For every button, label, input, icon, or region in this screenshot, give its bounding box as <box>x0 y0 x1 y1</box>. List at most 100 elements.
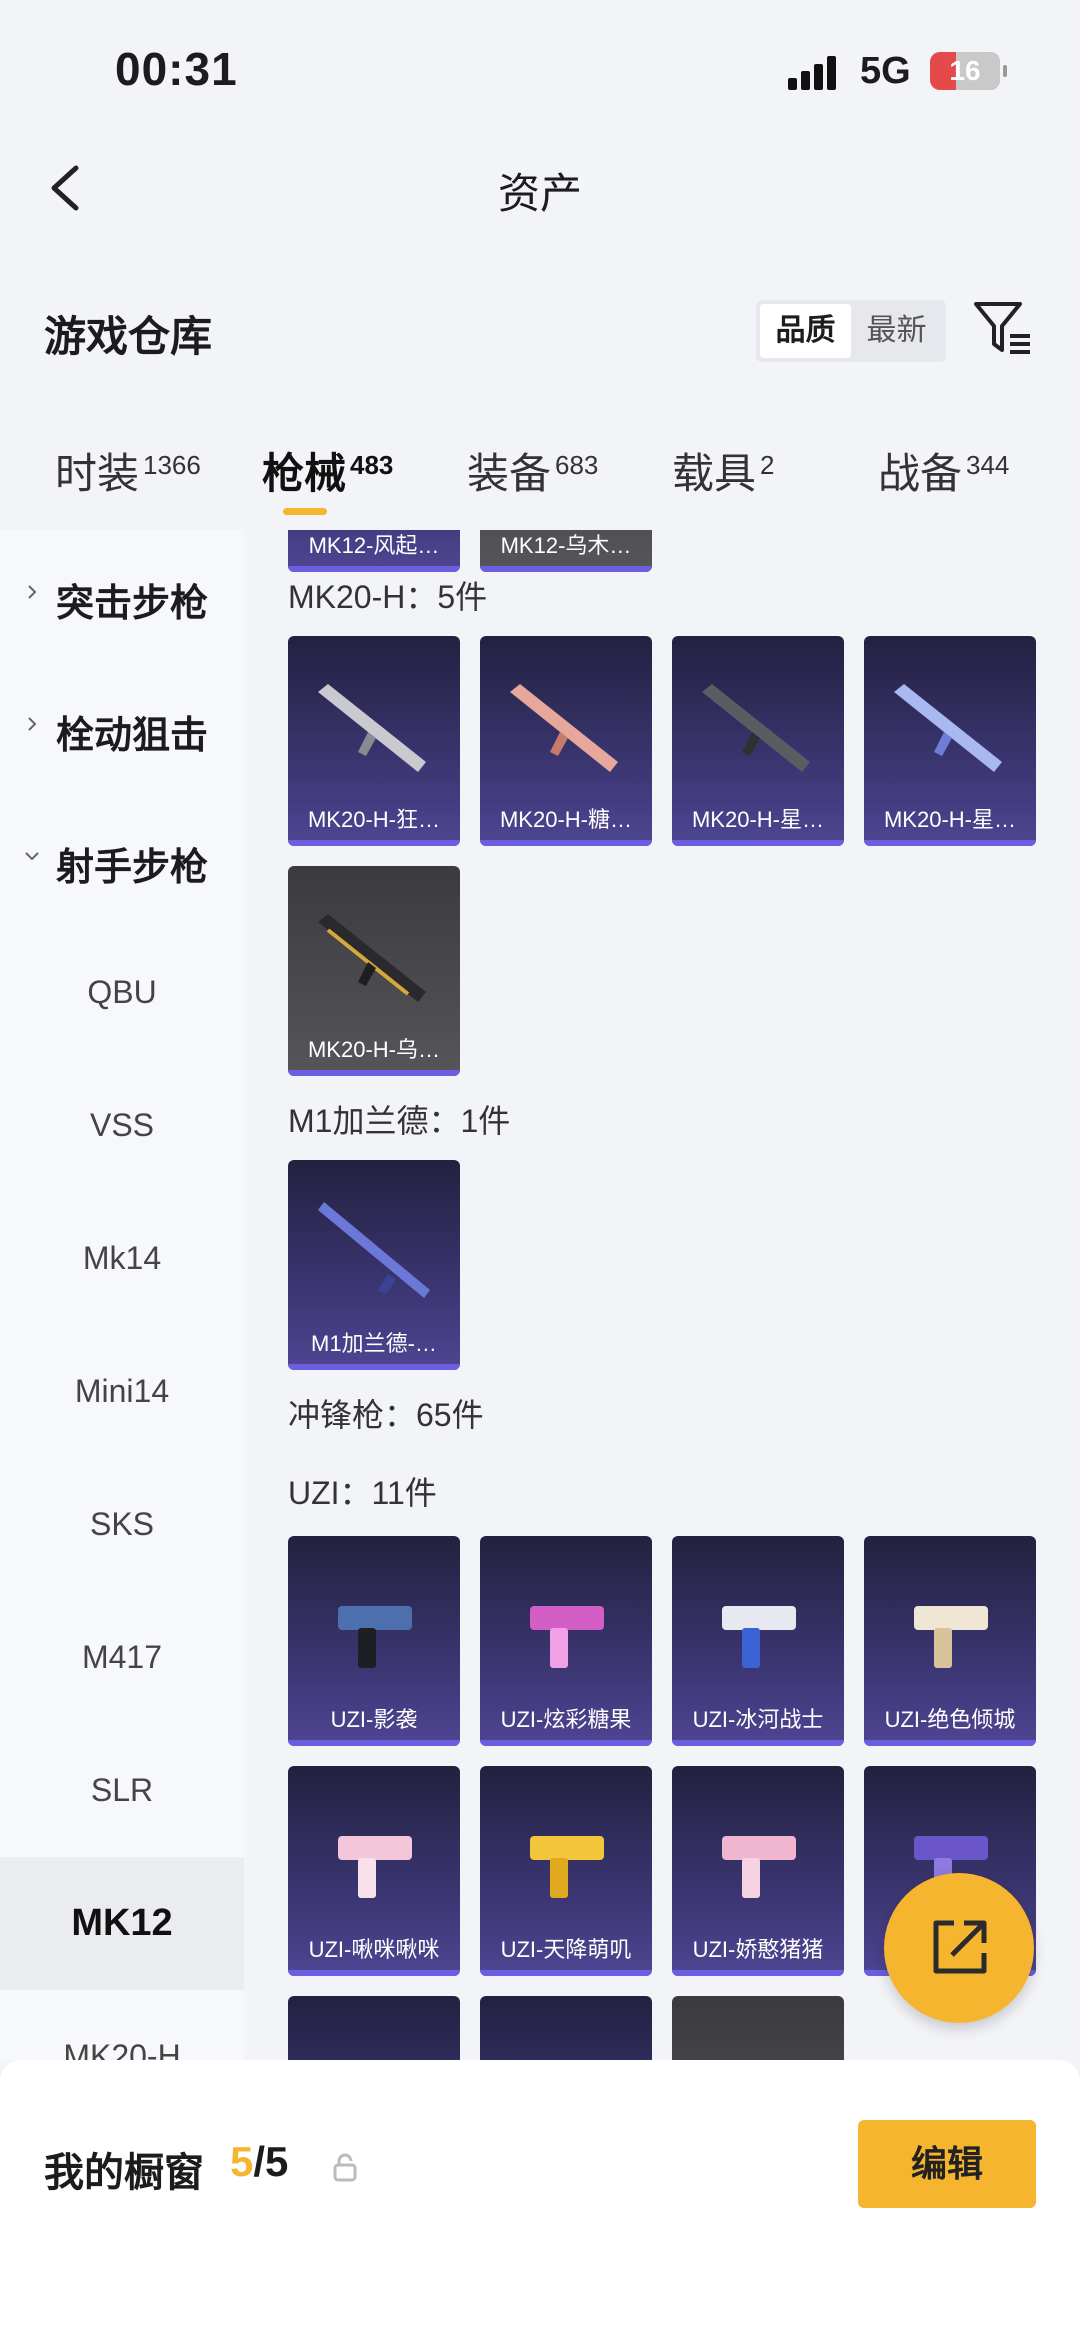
tab-count: 483 <box>350 450 394 480</box>
showcase-label: 我的橱窗 <box>44 2151 204 2195</box>
rifle-icon <box>702 684 810 772</box>
skin-name: M1加兰德-… <box>311 1331 437 1356</box>
sidebar-item-label: 栓动狙击 <box>56 715 209 757</box>
skin-card[interactable]: MK12-乌木… <box>480 530 652 572</box>
skin-name: UZI-绝色倾城 <box>884 1707 1016 1732</box>
warehouse-title: 游戏仓库 <box>44 313 213 360</box>
tab-count: 344 <box>966 450 1010 480</box>
tab-label: 时装 <box>55 450 140 497</box>
chevron-right-icon <box>28 717 37 731</box>
skin-name: UZI-啾咪啾咪 <box>308 1937 440 1962</box>
showcase-count: 5/5 <box>230 2138 288 2186</box>
skin-card[interactable]: MK20-H-乌… <box>288 866 460 1076</box>
tab-count: 1366 <box>143 450 201 480</box>
status-time: 00:31 <box>115 43 238 95</box>
smg-icon <box>338 1836 412 1898</box>
sidebar-sub-mk12[interactable]: MK12 <box>0 1857 244 1990</box>
skin-card[interactable]: UZI-娇憨猪猪 <box>672 1766 844 1976</box>
chevron-right-icon <box>28 585 37 599</box>
skin-card[interactable]: MK20-H-狂… <box>288 636 460 846</box>
skin-card[interactable]: UZI-影袭 <box>288 1536 460 1746</box>
signal-icon <box>788 56 840 90</box>
skin-card[interactable]: MK20-H-星… <box>864 636 1036 846</box>
showcase-bar: 我的橱窗 5/5 编辑 <box>0 2060 1080 2337</box>
filter-icon[interactable] <box>970 296 1034 360</box>
sidebar-sub-slr[interactable]: SLR <box>0 1724 244 1857</box>
page-title: 资产 <box>497 170 582 217</box>
active-tab-indicator <box>283 508 327 515</box>
chevron-down-icon <box>25 852 39 861</box>
tab-guns[interactable]: 枪械 483 <box>262 440 393 501</box>
tab-label: 战备 <box>878 450 963 497</box>
group-label-uzi: UZI：11件 <box>288 1475 437 1511</box>
group-label-m1: M1加兰德：1件 <box>288 1103 511 1139</box>
sort-newest-button[interactable]: 最新 <box>851 304 942 358</box>
weapon-grid: MK12-风起… MK12-乌木… MK20-H：5件 MK20-H-狂… MK… <box>244 530 1080 2060</box>
tab-supplies[interactable]: 战备 344 <box>878 440 1009 501</box>
rifle-icon <box>894 684 1002 772</box>
sidebar-item-bolt-sniper[interactable]: 栓动狙击 <box>0 662 244 794</box>
skin-card[interactable]: MK12-风起… <box>288 530 460 572</box>
nav-bar: 资产 <box>0 130 1080 250</box>
rifle-icon <box>318 684 426 772</box>
tab-fashion[interactable]: 时装 1366 <box>55 440 201 501</box>
network-type: 5G <box>860 50 911 92</box>
rifle-icon <box>318 914 426 1002</box>
category-tabs: 时装 1366 枪械 483 装备 683 载具 2 战备 344 <box>0 420 1080 530</box>
skin-card[interactable]: UZI-炫彩糖果 <box>480 1536 652 1746</box>
sidebar-sub-qbu[interactable]: QBU <box>0 926 244 1059</box>
showcase-current: 5 <box>230 2138 254 2185</box>
sidebar-item-dmr[interactable]: 射手步枪 <box>0 794 244 926</box>
tab-count: 2 <box>760 450 775 480</box>
tab-equipment[interactable]: 装备 683 <box>467 440 598 501</box>
share-fab-button[interactable] <box>884 1873 1034 2023</box>
smg-icon <box>530 1606 604 1668</box>
group-label-smg: 冲锋枪：65件 <box>288 1397 484 1433</box>
skin-card[interactable] <box>480 1996 652 2060</box>
smg-icon <box>722 1606 796 1668</box>
skin-card[interactable] <box>672 1996 844 2060</box>
skin-name: MK12-风起… <box>308 533 440 558</box>
skin-card[interactable] <box>288 1996 460 2060</box>
tab-vehicles[interactable]: 载具 2 <box>672 440 774 501</box>
share-icon <box>933 1920 987 1974</box>
edit-button[interactable]: 编辑 <box>858 2120 1036 2208</box>
skin-name: MK20-H-狂… <box>307 807 440 832</box>
rifle-icon <box>318 1202 430 1298</box>
rifle-icon <box>510 684 618 772</box>
sidebar-sub-m417[interactable]: M417 <box>0 1591 244 1724</box>
skin-name: UZI-娇憨猪猪 <box>692 1937 824 1962</box>
sidebar-sub-mk20h[interactable]: MK20-H <box>0 1990 244 2060</box>
skin-name: UZI-炫彩糖果 <box>500 1707 632 1732</box>
showcase-total: /5 <box>253 2138 289 2185</box>
weapon-sidebar: 突击步枪 栓动狙击 射手步枪 QBU VSS Mk14 Mini14 SKS M… <box>0 530 244 2060</box>
battery-icon: 16 <box>930 52 1007 90</box>
skin-name: MK20-H-星… <box>691 807 824 832</box>
lock-icon <box>333 2153 357 2182</box>
sidebar-sub-mk14[interactable]: Mk14 <box>0 1192 244 1325</box>
skin-card[interactable]: MK20-H-糖… <box>480 636 652 846</box>
sidebar-sub-mini14[interactable]: Mini14 <box>0 1325 244 1458</box>
sort-toggle: 品质 最新 <box>756 300 946 362</box>
skin-card[interactable]: UZI-冰河战士 <box>672 1536 844 1746</box>
skin-card[interactable]: UZI-啾咪啾咪 <box>288 1766 460 1976</box>
status-bar: 00:31 5G 16 <box>0 0 1080 130</box>
battery-level: 16 <box>949 55 981 86</box>
skin-name: MK20-H-糖… <box>499 807 632 832</box>
skin-card[interactable]: UZI-绝色倾城 <box>864 1536 1036 1746</box>
tab-count: 683 <box>555 450 599 480</box>
skin-card[interactable]: UZI-天降萌叽 <box>480 1766 652 1976</box>
sidebar-sub-sks[interactable]: SKS <box>0 1458 244 1591</box>
tab-label: 装备 <box>467 450 552 497</box>
skin-name: UZI-天降萌叽 <box>500 1937 632 1962</box>
group-label-mk20h: MK20-H：5件 <box>288 579 488 615</box>
skin-name: UZI-影袭 <box>330 1707 418 1732</box>
sidebar-sub-vss[interactable]: VSS <box>0 1059 244 1192</box>
sidebar-item-assault-rifle[interactable]: 突击步枪 <box>0 530 244 662</box>
skin-name: MK20-H-乌… <box>307 1037 440 1062</box>
sort-quality-button[interactable]: 品质 <box>760 304 851 358</box>
skin-card[interactable]: M1加兰德-… <box>288 1160 460 1370</box>
smg-icon <box>338 1606 412 1668</box>
skin-name: MK20-H-星… <box>883 807 1016 832</box>
skin-card[interactable]: MK20-H-星… <box>672 636 844 846</box>
